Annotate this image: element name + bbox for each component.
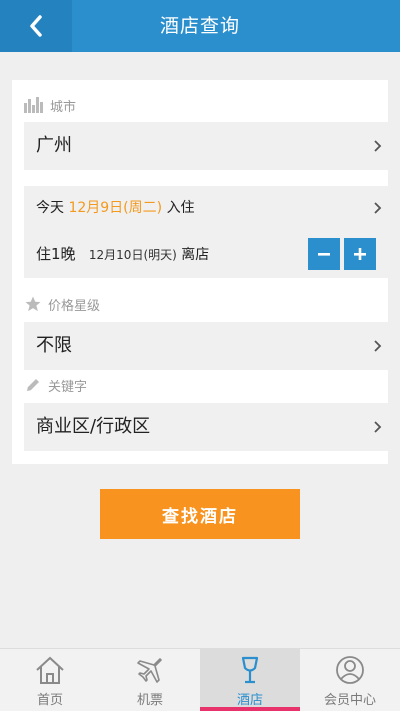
airplane-icon bbox=[137, 658, 162, 683]
checkout-row: 住1晚 12月10日(明天) 离店 bbox=[24, 230, 390, 278]
city-label: 城市 bbox=[50, 99, 77, 115]
checkin-date-selector[interactable]: 今天 12月9日(周二) 入住 bbox=[24, 186, 390, 230]
checkin-suffix: 入住 bbox=[166, 200, 195, 216]
checkin-text: 今天 12月9日(周二) 入住 bbox=[36, 186, 195, 230]
tab-home[interactable]: 首页 bbox=[0, 649, 100, 711]
active-tab-indicator bbox=[200, 707, 300, 711]
decrease-nights-button[interactable] bbox=[308, 238, 340, 270]
keyword-value: 商业区/行政区 bbox=[36, 416, 151, 437]
checkin-date: 12月9日(周二) bbox=[68, 200, 163, 216]
search-hotel-button[interactable]: 查找酒店 bbox=[100, 489, 300, 539]
price-star-selector[interactable]: 不限 bbox=[24, 322, 390, 370]
checkout-date: 12月10日(明天) bbox=[88, 248, 177, 262]
home-icon bbox=[36, 656, 64, 684]
price-value: 不限 bbox=[36, 335, 72, 356]
keyword-label: 关键字 bbox=[48, 379, 88, 395]
tab-member-center[interactable]: 会员中心 bbox=[300, 649, 400, 711]
bottom-tab-bar: 首页 机票 酒店 会员中心 bbox=[0, 648, 400, 711]
pencil-icon bbox=[27, 379, 39, 391]
chevron-right-icon bbox=[374, 421, 382, 433]
chevron-right-icon bbox=[374, 340, 382, 352]
chevron-right-icon bbox=[374, 140, 382, 152]
search-form-card: 城市 广州 今天 12月9日(周二) 入住 住1晚 12月10日(明天) 离店 bbox=[12, 80, 390, 464]
keyword-selector[interactable]: 商业区/行政区 bbox=[24, 403, 390, 451]
wineglass-icon bbox=[241, 656, 259, 684]
plus-icon bbox=[354, 248, 366, 260]
price-section-label: 价格星级 bbox=[24, 293, 100, 315]
chevron-right-icon bbox=[374, 202, 382, 214]
tab-member-center-label: 会员中心 bbox=[323, 693, 376, 708]
tab-hotel-label: 酒店 bbox=[236, 693, 263, 708]
tab-home-label: 首页 bbox=[36, 693, 63, 708]
price-label: 价格星级 bbox=[48, 298, 101, 314]
back-button[interactable] bbox=[0, 0, 72, 52]
city-section-label: 城市 bbox=[24, 94, 76, 116]
checkout-text: 住1晚 12月10日(明天) 离店 bbox=[36, 230, 209, 278]
header-bar: 酒店查询 bbox=[0, 0, 400, 52]
minus-icon bbox=[318, 253, 330, 256]
back-arrow-icon bbox=[30, 15, 42, 37]
city-selector[interactable]: 广州 bbox=[24, 122, 390, 170]
tab-hotel[interactable]: 酒店 bbox=[200, 649, 300, 711]
tab-flights-label: 机票 bbox=[136, 693, 163, 708]
tab-flights[interactable]: 机票 bbox=[100, 649, 200, 711]
increase-nights-button[interactable] bbox=[344, 238, 376, 270]
checkin-prefix: 今天 bbox=[36, 200, 64, 216]
city-buildings-icon bbox=[24, 97, 43, 113]
checkout-suffix: 离店 bbox=[181, 247, 210, 263]
keyword-section-label: 关键字 bbox=[24, 374, 87, 396]
city-value: 广州 bbox=[36, 135, 72, 156]
user-icon bbox=[336, 656, 364, 684]
nights-count: 住1晚 bbox=[36, 245, 76, 263]
star-icon bbox=[25, 296, 41, 312]
